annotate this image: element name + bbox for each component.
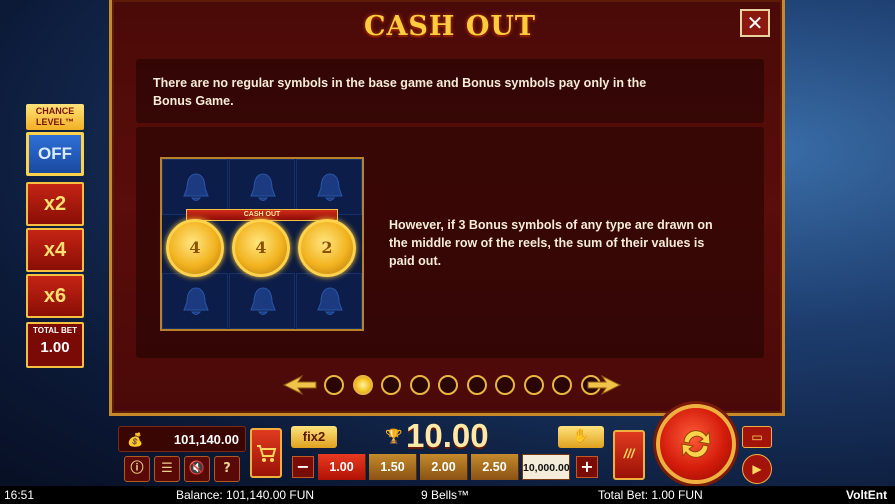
info-icon: ⓘ: [130, 461, 144, 476]
play-icon: ▶: [752, 462, 762, 476]
clock-time: 16:51: [4, 488, 35, 502]
bell-icon: [317, 173, 343, 201]
bell-icon: [183, 173, 209, 201]
intro-text-box: There are no regular symbols in the base…: [136, 59, 764, 123]
reel-cell: [162, 273, 228, 329]
cashout-row: CASH OUT 4 4 2: [160, 207, 364, 279]
game-title: 9 Bells™: [421, 488, 470, 502]
fix-multiplier-button[interactable]: fix2: [291, 426, 337, 448]
help-button[interactable]: ?: [214, 456, 240, 482]
sound-button[interactable]: 🔇: [184, 456, 210, 482]
info-button[interactable]: ⓘ: [124, 456, 150, 482]
spin-arrows-icon: [681, 430, 711, 458]
bet-decrease-button[interactable]: −: [292, 456, 314, 478]
cart-icon: [257, 445, 277, 462]
close-icon: ✕: [746, 11, 764, 35]
cinema-button[interactable]: ▭: [742, 426, 772, 448]
chance-level-off-button[interactable]: OFF: [26, 132, 84, 176]
bet-option-max[interactable]: 10,000.00: [522, 454, 570, 480]
paytable-panel: CASH OUT ✕ There are no regular symbols …: [109, 0, 785, 416]
money-bag-icon: 💰: [127, 432, 144, 447]
chance-total-bet: TOTAL BET 1.00: [26, 322, 84, 368]
cinema-icon: ▭: [751, 430, 763, 444]
page-dot[interactable]: [523, 375, 544, 395]
page-dot-active[interactable]: [352, 375, 373, 395]
win-value: 10.00: [406, 417, 489, 454]
page-dot[interactable]: [324, 375, 344, 395]
turbo-button[interactable]: ///: [613, 430, 645, 480]
brand-logo: VoltEnt: [846, 488, 888, 502]
win-display: 🏆 10.00: [380, 417, 560, 454]
page-dot[interactable]: [438, 375, 458, 395]
chance-level-x4-button[interactable]: x4: [26, 228, 84, 272]
status-total-bet: Total Bet: 1.00 FUN: [598, 488, 703, 502]
balance-value: 101,140.00: [173, 432, 239, 447]
page-dot[interactable]: [381, 375, 401, 395]
help-icon: ?: [223, 461, 231, 476]
next-page-arrow-icon[interactable]: [586, 374, 622, 396]
chance-total-bet-value: 1.00: [40, 339, 70, 356]
bell-icon: [250, 287, 276, 315]
intro-text: There are no regular symbols in the base…: [153, 76, 647, 108]
status-balance: Balance: 101,140.00 FUN: [176, 488, 315, 502]
prev-page-arrow-icon[interactable]: [282, 374, 318, 396]
bell-icon: [317, 287, 343, 315]
bet-option[interactable]: 2.50: [471, 454, 519, 480]
chance-level-x6-button[interactable]: x6: [26, 274, 84, 318]
pagination: [282, 371, 622, 401]
reel-cell: [229, 273, 295, 329]
page-dot[interactable]: [495, 375, 515, 395]
bet-option[interactable]: 1.50: [369, 454, 417, 480]
chance-level-title: CHANCE LEVEL™: [26, 104, 84, 130]
autoplay-button[interactable]: ✋: [558, 426, 604, 448]
chance-total-bet-label: TOTAL BET: [33, 326, 77, 335]
page-dot[interactable]: [466, 375, 487, 395]
turbo-icon: ///: [623, 446, 635, 461]
autoplay-play-button[interactable]: ▶: [742, 454, 772, 484]
description-text: However, if 3 Bonus symbols of any type …: [389, 218, 713, 268]
bell-icon: [183, 287, 209, 315]
page-dot[interactable]: [409, 375, 430, 395]
spin-button[interactable]: [656, 404, 736, 484]
balance-display: 💰 101,140.00: [118, 426, 246, 452]
bet-selector: − 1.00 1.50 2.00 2.50 10,000.00 +: [292, 454, 604, 480]
status-bar: 16:51 Balance: 101,140.00 FUN 9 Bells™ T…: [0, 486, 895, 504]
panel-title: CASH OUT: [363, 11, 536, 42]
hand-icon: ✋: [572, 429, 590, 444]
bet-option[interactable]: 1.00: [318, 454, 366, 480]
bonus-coin: 4: [232, 219, 290, 277]
bell-icon: [250, 173, 276, 201]
close-button[interactable]: ✕: [740, 9, 770, 37]
bonus-coin: 4: [166, 219, 224, 277]
menu-icon: ☰: [161, 461, 173, 476]
reel-cell: [296, 273, 362, 329]
control-bar: 💰 101,140.00 ⓘ ☰ 🔇 ? fix2 🏆 10.00 ✋ − 1.…: [110, 404, 786, 486]
sound-muted-icon: 🔇: [188, 461, 206, 476]
menu-button[interactable]: ☰: [154, 456, 180, 482]
chance-level-x2-button[interactable]: x2: [26, 182, 84, 226]
bet-option[interactable]: 2.00: [420, 454, 468, 480]
bonus-coin: 2: [298, 219, 356, 277]
trophy-icon: 🏆: [385, 428, 403, 444]
bet-increase-button[interactable]: +: [576, 456, 598, 478]
page-dot[interactable]: [552, 375, 572, 395]
buy-feature-button[interactable]: [250, 428, 282, 478]
chance-level-panel: CHANCE LEVEL™ OFF x2 x4 x6 TOTAL BET 1.0…: [24, 104, 86, 370]
